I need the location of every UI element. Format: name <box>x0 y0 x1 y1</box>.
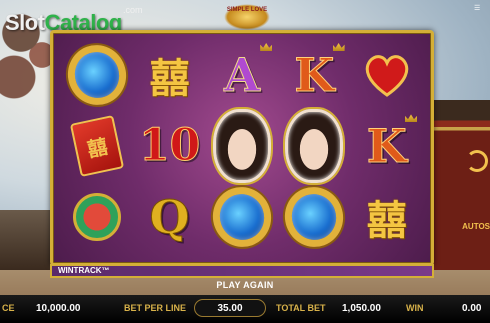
double-happiness-symbol: 囍 <box>149 54 190 102</box>
watermark-part1: Slot <box>5 10 45 35</box>
reel-cell <box>276 179 352 256</box>
balance-value: 10,000.00 <box>36 303 81 314</box>
reel-cell: A <box>206 39 278 110</box>
crown-icon <box>405 114 417 123</box>
red-envelope-symbol: 囍 <box>70 115 125 177</box>
ace-symbol: A <box>224 47 261 102</box>
heart-symbol <box>365 54 408 97</box>
gold-ring-symbol <box>204 179 280 256</box>
game-logo: SIMPLE LOVE <box>224 4 270 30</box>
crown-icon <box>260 43 273 51</box>
double-happiness-symbol: 囍 <box>366 197 407 245</box>
king-symbol: K <box>294 47 335 102</box>
autospin-button[interactable]: AUTOS <box>452 150 490 231</box>
bet-per-line-value: 35.00 <box>217 303 243 314</box>
ten-symbol: 10 <box>138 119 201 171</box>
reel-cell: Q <box>133 182 205 253</box>
bride-portrait-symbol <box>212 108 271 183</box>
bride-portrait-symbol <box>285 108 344 183</box>
autospin-label: AUTOS <box>462 222 490 231</box>
wintrack-bar: WINTRACK™ <box>50 264 434 278</box>
balance-label: CE <box>2 303 15 313</box>
bet-per-line-label: BET PER LINE <box>124 303 187 313</box>
win-label: WIN <box>406 303 424 313</box>
king-symbol: K <box>366 118 407 173</box>
queen-symbol: Q <box>149 190 190 245</box>
reel-cell: 囍 <box>61 110 133 181</box>
reel-cell <box>61 182 133 253</box>
reel-cell: K <box>278 39 350 110</box>
reel-cell: 囍 <box>351 182 423 253</box>
total-bet-label: TOTAL BET <box>276 303 326 313</box>
reel-cell: K <box>351 110 423 181</box>
win-value: 0.00 <box>462 303 482 314</box>
reel-cell <box>59 36 135 113</box>
reel-grid: 囍 A K 囍 10 K Q 囍 <box>59 36 423 256</box>
reel-cell <box>206 108 278 183</box>
play-again-button[interactable]: PLAY AGAIN <box>0 280 490 290</box>
watermark-suffix: .com <box>123 5 143 15</box>
bet-per-line-selector[interactable]: 35.00 <box>194 299 266 317</box>
autospin-arrow-icon <box>466 150 488 172</box>
reel-cell: 10 <box>133 110 205 181</box>
total-bet-value: 1,050.00 <box>342 303 381 314</box>
slipper-symbol <box>73 193 122 242</box>
gold-ring-symbol <box>276 179 352 256</box>
crown-icon <box>332 43 345 51</box>
reel-cell: 囍 <box>133 39 205 110</box>
reel-frame: 囍 A K 囍 10 K Q 囍 <box>50 30 434 266</box>
reel-cell <box>351 39 423 110</box>
gold-ring-symbol <box>59 36 135 113</box>
reel-cell <box>278 108 350 183</box>
reel-cell <box>204 179 280 256</box>
menu-icon[interactable]: ☰ <box>474 4 486 12</box>
